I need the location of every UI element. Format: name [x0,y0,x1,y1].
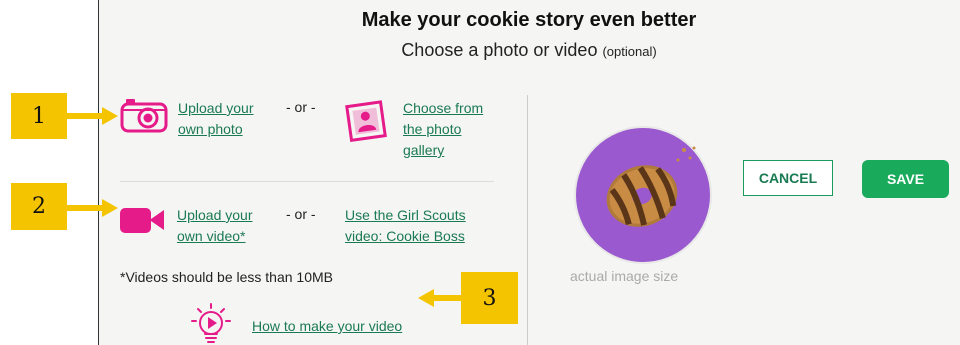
optional-label: (optional) [602,44,657,59]
save-button[interactable]: SAVE [862,160,949,198]
girl-scouts-video-link[interactable]: Use the Girl Scouts video: Cookie Boss [345,205,466,247]
column-divider [527,95,528,345]
cookie-icon [606,146,696,227]
lightbulb-play-icon [191,303,231,343]
row-divider [120,181,494,182]
arrow-left-icon [418,289,463,307]
cookie-preview-image [574,126,712,264]
callout-1: 1 [11,93,67,139]
arrow-right-icon [66,107,118,125]
dialog-subtitle: Choose a photo or video (optional) [98,40,960,61]
image-size-caption: actual image size [570,268,679,284]
choose-gallery-link[interactable]: Choose from the photo gallery [403,98,483,161]
subtitle-text: Choose a photo or video [401,40,598,60]
callout-2: 2 [11,183,67,230]
upload-photo-link[interactable]: Upload your own photo [178,98,254,140]
cancel-button[interactable]: CANCEL [743,160,833,196]
how-to-video-link[interactable]: How to make your video [252,316,402,337]
dialog-title: Make your cookie story even better [361,9,697,31]
arrow-right-icon [66,199,118,217]
video-or-separator: - or - [286,206,316,222]
photo-gallery-icon[interactable] [344,99,390,143]
video-size-note: *Videos should be less than 10MB [120,269,333,285]
upload-video-link[interactable]: Upload your own video* [177,205,253,247]
photo-or-separator: - or - [286,99,316,115]
video-camera-icon[interactable] [119,205,165,235]
camera-icon[interactable] [120,97,168,133]
callout-3: 3 [461,272,518,324]
